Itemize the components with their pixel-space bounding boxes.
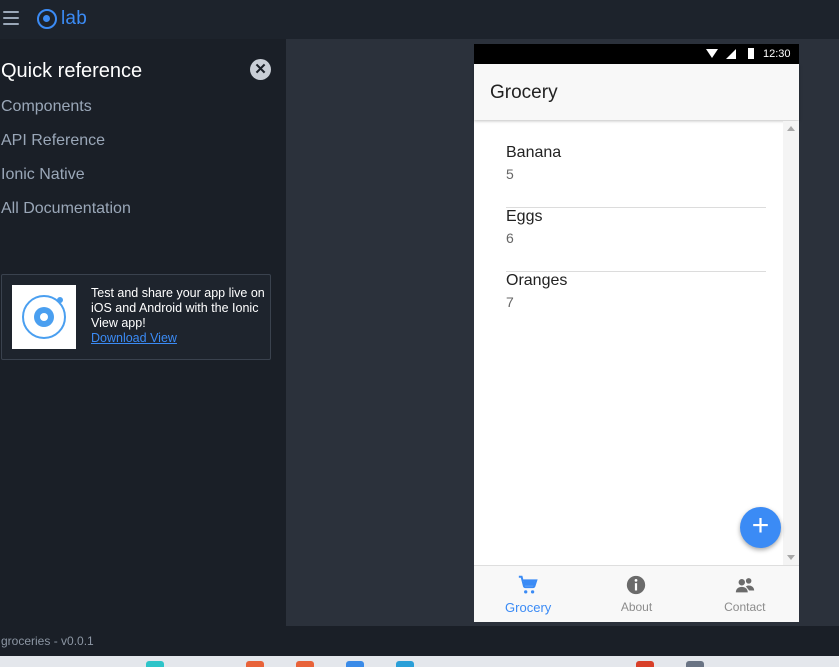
footer: groceries - v0.0.1 (0, 626, 839, 656)
download-view-link[interactable]: Download View (91, 331, 177, 345)
taskbar-app-icon[interactable] (686, 661, 704, 667)
nav-link-all-documentation[interactable]: All Documentation (1, 200, 131, 218)
taskbar-app-icon[interactable] (636, 661, 654, 667)
info-icon (627, 575, 646, 595)
status-bar: 12:30 (474, 44, 799, 64)
signal-icon (726, 49, 736, 59)
sidebar-title: Quick reference (1, 60, 143, 82)
promo-description: Test and share your app live on iOS and … (91, 286, 265, 330)
tab-bar: Grocery About Contact (474, 565, 799, 622)
list-item[interactable]: Banana 5 (506, 144, 766, 208)
item-quantity: 5 (506, 166, 514, 182)
quick-reference-sidebar: Quick reference ✕ Components API Referen… (0, 39, 286, 626)
taskbar-app-icon[interactable] (396, 661, 414, 667)
app-version: groceries - v0.0.1 (1, 634, 94, 648)
item-quantity: 7 (506, 294, 514, 310)
taskbar-app-icon[interactable] (296, 661, 314, 667)
nav-link-api-reference[interactable]: API Reference (1, 132, 105, 150)
tab-about[interactable]: About (582, 566, 690, 622)
tab-contact[interactable]: Contact (691, 566, 799, 622)
tab-label: Contact (724, 600, 766, 614)
grocery-list: Banana 5 Eggs 6 Oranges 7 (474, 121, 783, 565)
page-title: Grocery (490, 82, 558, 103)
tab-grocery[interactable]: Grocery (474, 566, 582, 622)
contacts-icon (735, 578, 754, 593)
battery-icon (748, 48, 754, 59)
close-icon[interactable]: ✕ (250, 59, 271, 80)
tab-label: Grocery (505, 600, 552, 615)
phone-preview: 12:30 Grocery Banana 5 Eggs 6 Oranges 7 … (474, 44, 799, 622)
scroll-down-icon[interactable] (787, 555, 795, 560)
ionic-view-promo: Test and share your app live on iOS and … (1, 274, 271, 360)
tab-label: About (620, 600, 653, 614)
scroll-up-icon[interactable] (787, 126, 795, 131)
cart-icon (518, 575, 538, 594)
add-item-button[interactable]: + (740, 507, 781, 548)
taskbar-app-icon[interactable] (146, 661, 164, 667)
menu-icon[interactable] (3, 11, 19, 25)
taskbar-app-icon[interactable] (246, 661, 264, 667)
list-item[interactable]: Oranges 7 (506, 272, 766, 336)
promo-text: Test and share your app live on iOS and … (91, 286, 269, 346)
item-name: Eggs (506, 208, 543, 225)
scrollbar[interactable] (783, 121, 799, 565)
wifi-icon (706, 49, 718, 58)
app-header: Grocery (474, 64, 799, 120)
top-bar: lab (0, 0, 839, 39)
ionic-logo-icon (37, 9, 57, 29)
status-time: 12:30 (763, 48, 791, 60)
logo-text: lab (61, 8, 87, 29)
ionic-view-logo-icon (12, 285, 76, 349)
nav-link-components[interactable]: Components (1, 98, 92, 116)
item-name: Oranges (506, 272, 568, 289)
nav-link-ionic-native[interactable]: Ionic Native (1, 166, 85, 184)
os-taskbar (0, 656, 839, 667)
item-name: Banana (506, 144, 562, 161)
list-item[interactable]: Eggs 6 (506, 208, 766, 272)
taskbar-app-icon[interactable] (346, 661, 364, 667)
item-quantity: 6 (506, 230, 514, 246)
ionic-lab-logo[interactable]: lab (37, 8, 87, 30)
